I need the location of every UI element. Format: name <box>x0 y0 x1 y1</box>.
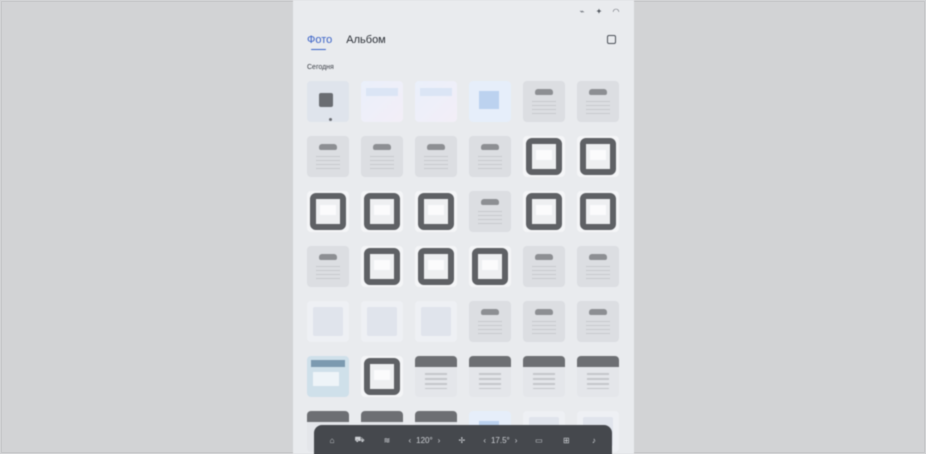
left-temp-increase[interactable]: › <box>438 436 441 445</box>
photo-thumbnail[interactable] <box>415 301 457 342</box>
photo-thumbnail[interactable] <box>469 356 511 397</box>
photo-thumbnail[interactable] <box>577 301 619 342</box>
photo-thumbnail[interactable] <box>415 136 457 177</box>
gallery-tabs: Фото Альбом <box>307 34 386 50</box>
photo-thumbnail[interactable] <box>307 81 349 122</box>
photo-thumbnail[interactable] <box>361 356 403 397</box>
photo-thumbnail[interactable] <box>469 191 511 232</box>
left-temp-decrease[interactable]: ‹ <box>408 436 411 445</box>
photo-thumbnail[interactable] <box>415 191 457 232</box>
select-edit-icon[interactable] <box>607 35 616 44</box>
photo-thumbnail[interactable] <box>577 246 619 287</box>
right-temperature-control: ‹ 17.5° › <box>483 436 517 445</box>
seat-heat-icon[interactable]: ≋ <box>381 436 393 445</box>
tab-photos[interactable]: Фото <box>307 34 332 50</box>
car-icon[interactable]: ⛟ <box>353 435 365 445</box>
right-temp-value: 17.5° <box>490 435 510 445</box>
right-temp-increase[interactable]: › <box>515 436 518 445</box>
photo-thumbnail[interactable] <box>307 136 349 177</box>
photo-thumbnail[interactable] <box>307 301 349 342</box>
photo-thumbnail[interactable] <box>469 301 511 342</box>
photo-thumbnail[interactable] <box>523 356 565 397</box>
fan-icon[interactable]: ✢ <box>456 436 468 445</box>
photo-thumbnail[interactable] <box>469 136 511 177</box>
photo-grid <box>307 81 619 452</box>
photo-thumbnail[interactable] <box>361 136 403 177</box>
photo-thumbnail[interactable] <box>577 356 619 397</box>
apps-grid-icon[interactable]: ⊞ <box>560 436 572 445</box>
section-today-label: Сегодня <box>307 64 334 71</box>
signal-icon: ⌁ <box>579 7 585 16</box>
photo-thumbnail[interactable] <box>577 136 619 177</box>
left-temperature-control: ‹ 120° › <box>408 436 440 445</box>
photo-thumbnail[interactable] <box>361 191 403 232</box>
tab-albums[interactable]: Альбом <box>346 34 385 46</box>
photo-thumbnail[interactable] <box>523 246 565 287</box>
photo-thumbnail[interactable] <box>415 81 457 122</box>
photo-thumbnail[interactable] <box>307 356 349 397</box>
photo-thumbnail[interactable] <box>361 81 403 122</box>
photo-thumbnail[interactable] <box>577 81 619 122</box>
photo-thumbnail[interactable] <box>577 191 619 232</box>
photo-thumbnail[interactable] <box>415 356 457 397</box>
photo-thumbnail[interactable] <box>523 81 565 122</box>
first-thumb-indicator <box>329 118 332 121</box>
wifi-icon: ◠ <box>612 7 620 16</box>
music-icon[interactable]: ♪ <box>588 436 600 445</box>
car-control-dock: ⌂ ⛟ ≋ ‹ 120° › ✢ ‹ 17.5° › ▭ ⊞ ♪ <box>314 425 612 454</box>
photo-thumbnail[interactable] <box>469 246 511 287</box>
photo-thumbnail[interactable] <box>415 246 457 287</box>
bluetooth-icon: ✦ <box>595 7 603 16</box>
media-icon[interactable]: ▭ <box>533 436 545 445</box>
photo-thumbnail[interactable] <box>361 301 403 342</box>
status-bar: ⌁ ✦ ◠ <box>578 7 620 16</box>
photo-thumbnail[interactable] <box>523 191 565 232</box>
photo-thumbnail[interactable] <box>469 81 511 122</box>
home-icon[interactable]: ⌂ <box>326 436 338 445</box>
photo-thumbnail[interactable] <box>307 191 349 232</box>
gallery-app: ⌁ ✦ ◠ Фото Альбом Сегодня <box>293 0 634 454</box>
photo-thumbnail[interactable] <box>523 301 565 342</box>
left-temp-value: 120° <box>416 435 433 445</box>
right-temp-decrease[interactable]: ‹ <box>483 436 486 445</box>
photo-thumbnail[interactable] <box>361 246 403 287</box>
photo-thumbnail[interactable] <box>523 136 565 177</box>
photo-thumbnail[interactable] <box>307 246 349 287</box>
